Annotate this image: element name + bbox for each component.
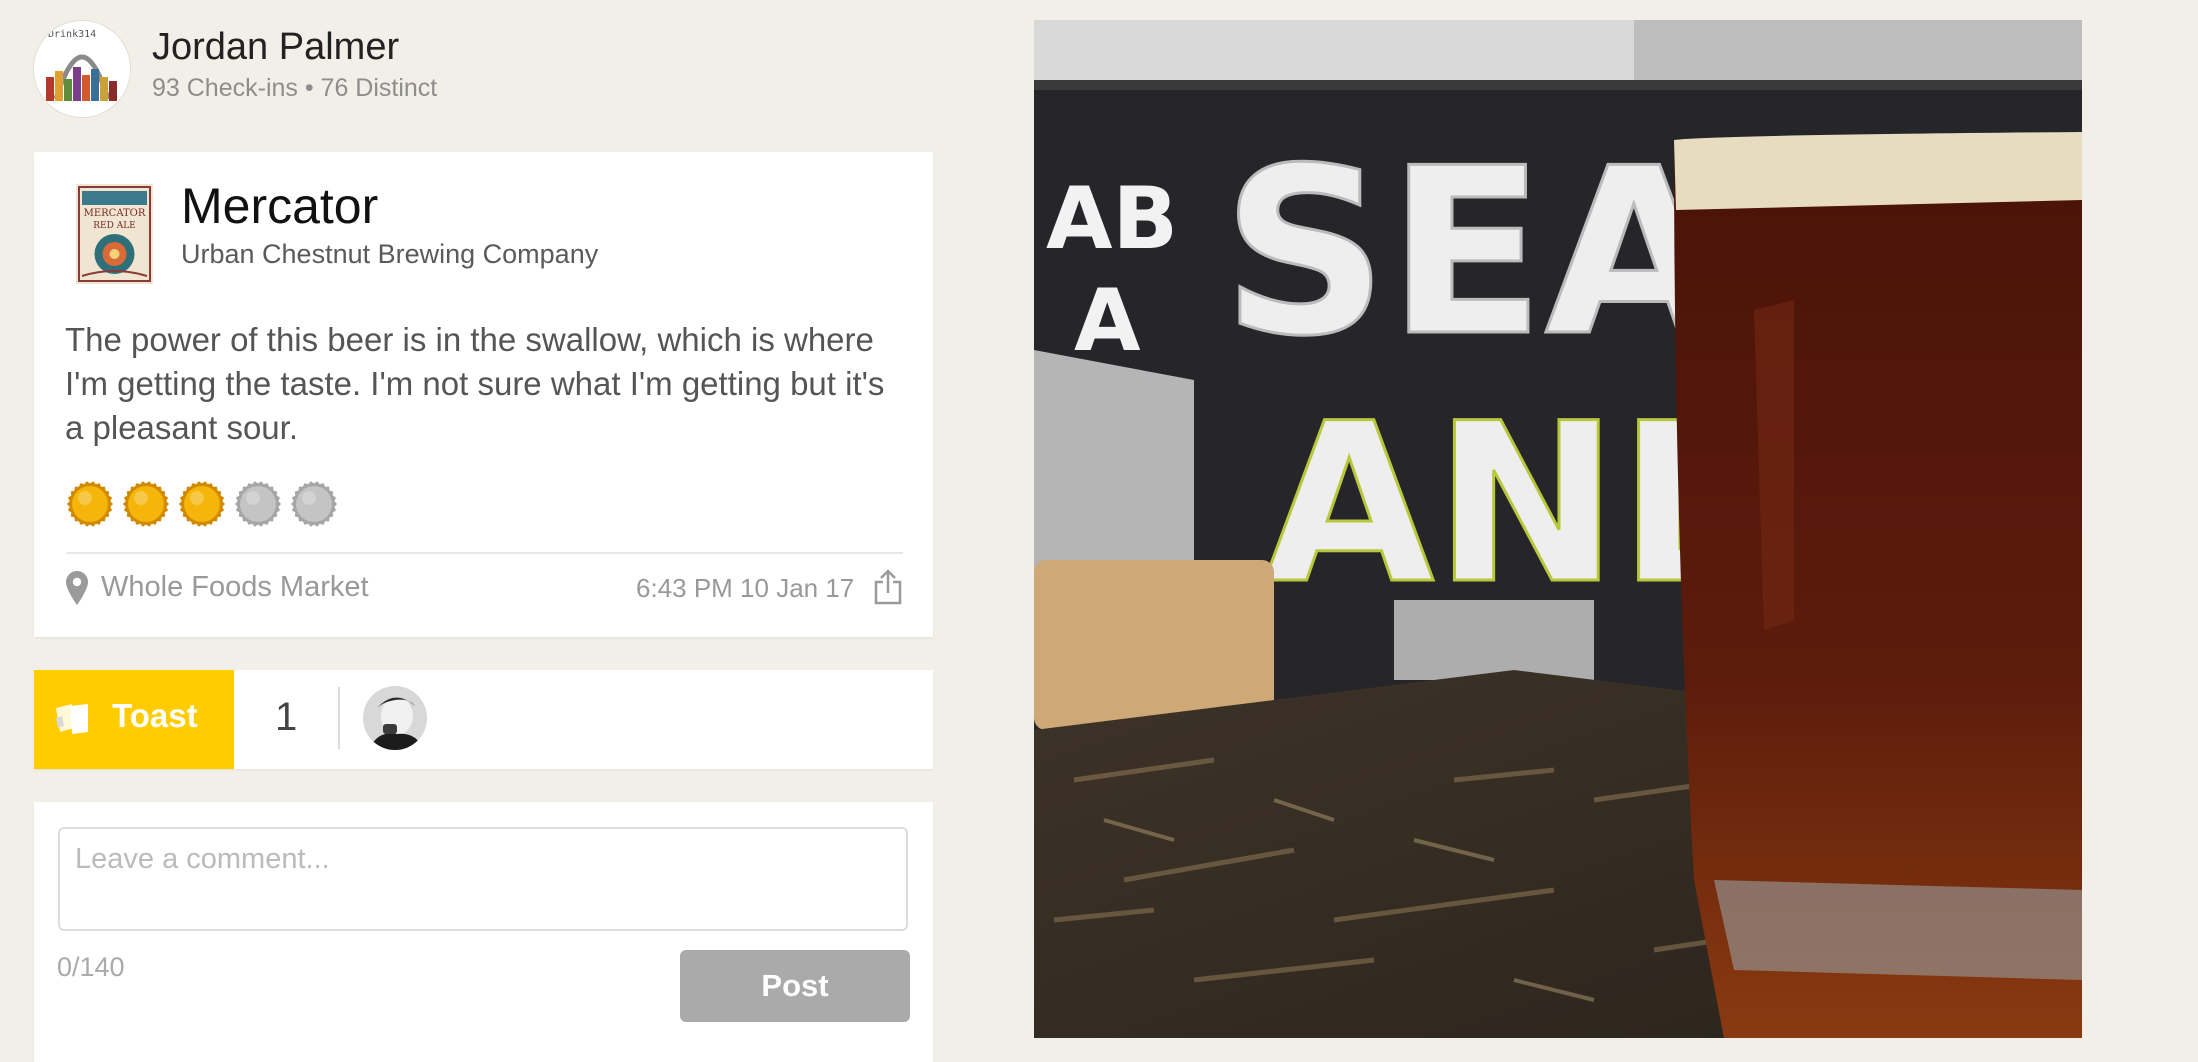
rating-cap-empty-icon (291, 481, 337, 527)
avatar-logo-text: Drink314 (48, 29, 96, 40)
checkin-review-text: The power of this beer is in the swallow… (65, 321, 885, 446)
rating-cap-filled-icon (123, 481, 169, 527)
comment-input[interactable] (58, 827, 908, 931)
venue-link[interactable]: Whole Foods Market (101, 571, 369, 604)
rating-caps (66, 480, 338, 528)
toast-label[interactable]: Toast (112, 697, 198, 735)
post-button[interactable]: Post (680, 950, 910, 1022)
checkin-timestamp[interactable]: 6:43 PM 10 Jan 17 (636, 573, 854, 604)
checkin-photo[interactable]: AB A SEAT AND (1034, 20, 2082, 1038)
location-pin-icon (66, 571, 88, 605)
beer-name[interactable]: Mercator (181, 177, 378, 235)
beer-label-title: MERCATOR (84, 208, 146, 219)
share-icon[interactable] (874, 569, 902, 605)
toast-count[interactable]: 1 (275, 695, 297, 740)
brewery-name[interactable]: Urban Chestnut Brewing Company (181, 239, 598, 270)
toast-divider (338, 687, 340, 749)
user-stats: 93 Check-ins • 76 Distinct (152, 74, 438, 102)
card-divider (66, 552, 903, 554)
toast-glasses-icon (52, 698, 94, 740)
toaster-avatar[interactable] (363, 686, 427, 750)
comment-char-count: 0/140 (57, 952, 125, 982)
sign-text-ab: AB (1046, 169, 1178, 269)
sign-text-a: A (1074, 271, 1141, 371)
beer-label-image[interactable]: MERCATOR RED ALE (76, 184, 153, 284)
user-avatar[interactable]: Drink314 (34, 21, 130, 117)
rating-cap-filled-icon (179, 481, 225, 527)
user-name[interactable]: Jordan Palmer (152, 26, 399, 69)
beer-label-style: RED ALE (93, 221, 135, 231)
rating-cap-filled-icon (67, 481, 113, 527)
rating-cap-empty-icon (235, 481, 281, 527)
